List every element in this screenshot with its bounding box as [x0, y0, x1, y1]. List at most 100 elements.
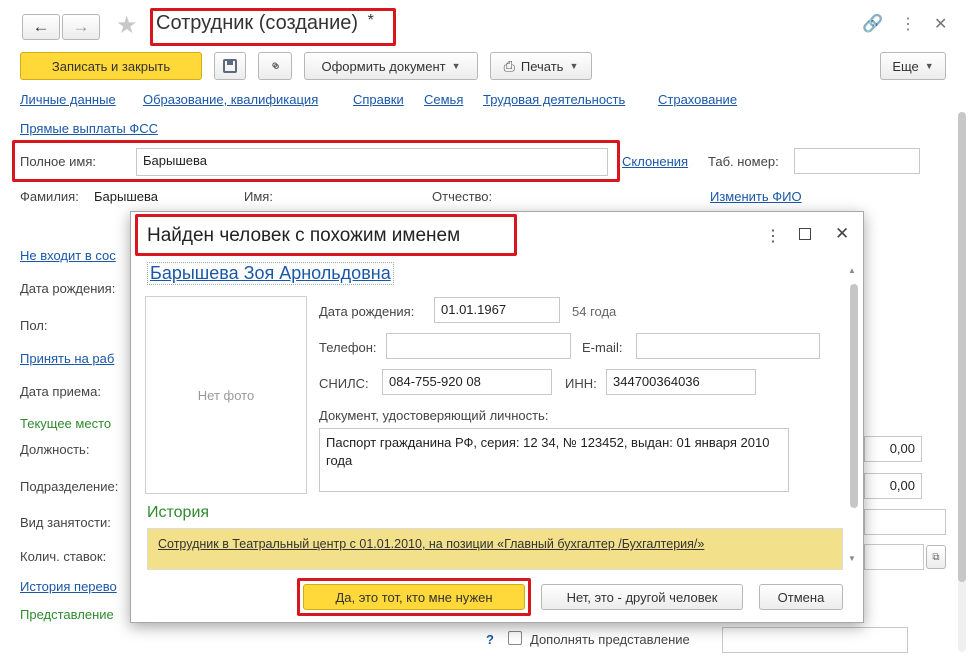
attach-button[interactable]: ⚭ [258, 52, 292, 80]
tab-number-label: Таб. номер: [708, 154, 779, 169]
name-label: Имя: [244, 189, 273, 204]
current-place-label: Текущее место [20, 416, 112, 431]
help-mark[interactable]: ? [486, 632, 494, 647]
history-list: Сотрудник в Театральный центр с 01.01.20… [147, 528, 843, 570]
no-button[interactable]: Нет, это - другой человек [541, 584, 743, 610]
snils-label: СНИЛС: [319, 376, 369, 391]
employment-type-field[interactable] [864, 509, 946, 535]
kebab-menu-icon[interactable]: ⋮ [765, 226, 781, 246]
nav-link-insurance[interactable]: Страхование [658, 92, 737, 107]
person-name-link[interactable]: Барышева Зоя Арнольдовна [147, 262, 394, 285]
complete-representation-checkbox[interactable] [508, 631, 522, 645]
not-in-link[interactable]: Не входит в сос [20, 248, 116, 263]
chevron-down-icon: ▼ [924, 61, 934, 71]
representation-field[interactable] [722, 627, 908, 653]
nav-link-family[interactable]: Семья [424, 92, 463, 107]
history-label: История [147, 504, 210, 521]
position-label: Должность: [20, 442, 90, 457]
arrow-left-icon: ← [32, 17, 50, 36]
full-name-label: Полное имя: [20, 154, 96, 169]
floppy-disk-icon [223, 59, 237, 73]
close-icon[interactable]: ✕ [934, 14, 947, 34]
nav-link-fss[interactable]: Прямые выплаты ФСС [20, 121, 158, 136]
snils-field: 084-755-920 08 [382, 369, 552, 395]
surname-value: Барышева [94, 189, 158, 204]
scroll-down-icon[interactable]: ▼ [848, 554, 856, 563]
yes-button[interactable]: Да, это тот, кто мне нужен [303, 584, 525, 610]
dialog-birth-date-label: Дата рождения: [319, 304, 415, 319]
window-title-text: Сотрудник (создание) [156, 12, 359, 34]
modified-mark: * [367, 12, 374, 29]
hire-date-label: Дата приема: [20, 384, 101, 399]
more-label: Еще [892, 58, 919, 74]
surname-label: Фамилия: [20, 189, 79, 204]
close-icon[interactable]: ✕ [835, 224, 849, 244]
back-button[interactable]: ← [22, 14, 60, 40]
maximize-icon[interactable] [799, 228, 811, 240]
dialog-title: Найден человек с похожим именем [147, 225, 461, 246]
open-button[interactable]: ⧉ [926, 545, 946, 569]
rates-field[interactable] [864, 544, 924, 570]
star-icon[interactable]: ★ [116, 11, 138, 40]
change-fio-link[interactable]: Изменить ФИО [710, 189, 802, 204]
create-document-button[interactable]: Оформить документ ▼ [304, 52, 478, 80]
email-label: E-mail: [582, 340, 623, 355]
rates-label: Колич. ставок: [20, 549, 107, 564]
kebab-menu-icon[interactable]: ⋮ [900, 14, 916, 34]
employment-type-label: Вид занятости: [20, 515, 111, 530]
complete-representation-label: Дополнять представление [530, 632, 690, 647]
email-field [636, 333, 820, 359]
history-entry[interactable]: Сотрудник в Театральный центр с 01.01.20… [158, 537, 704, 551]
chevron-down-icon: ▼ [569, 61, 579, 71]
nav-link-certificates[interactable]: Справки [353, 92, 404, 107]
similar-person-dialog: Найден человек с похожим именем ⋮ ✕ Бары… [130, 211, 864, 623]
paperclip-icon: ⚭ [264, 55, 286, 77]
scroll-up-icon[interactable]: ▲ [848, 266, 856, 275]
main-scrollbar-thumb[interactable] [958, 112, 966, 582]
nav-link-employment[interactable]: Трудовая деятельность [483, 92, 625, 107]
inn-field: 344700364036 [606, 369, 756, 395]
save-button[interactable] [214, 52, 246, 80]
inn-label: ИНН: [565, 376, 597, 391]
cancel-button-label: Отмена [777, 589, 825, 605]
dialog-birth-date-field: 01.01.1967 [434, 297, 560, 323]
representation-label: Представление [20, 607, 114, 622]
phone-field [386, 333, 571, 359]
full-name-input[interactable]: Барышева [136, 148, 608, 176]
save-close-button[interactable]: Записать и закрыть [20, 52, 202, 80]
create-document-label: Оформить документ [321, 58, 446, 74]
transfer-history-link[interactable]: История перево [20, 579, 117, 594]
no-photo-label: Нет фото [197, 387, 255, 403]
value-field-1[interactable]: 0,00 [864, 436, 922, 462]
document-field: Паспорт гражданина РФ, серия: 12 34, № 1… [319, 428, 789, 492]
phone-label: Телефон: [319, 340, 377, 355]
value-field-2[interactable]: 0,00 [864, 473, 922, 499]
main-scrollbar[interactable] [958, 112, 966, 652]
hire-link[interactable]: Принять на раб [20, 351, 114, 366]
forward-button[interactable]: → [62, 14, 100, 40]
dialog-scrollbar-thumb[interactable] [850, 284, 858, 508]
gender-label: Пол: [20, 318, 48, 333]
print-label: Печать [520, 58, 564, 74]
nav-link-education[interactable]: Образование, квалификация [143, 92, 318, 107]
nav-link-personal[interactable]: Личные данные [20, 92, 116, 107]
department-label: Подразделение: [20, 479, 119, 494]
cancel-button[interactable]: Отмена [759, 584, 843, 610]
photo-placeholder: Нет фото [145, 296, 307, 494]
document-label: Документ, удостоверяющий личность: [319, 408, 549, 423]
window-title: Сотрудник (создание) * [156, 12, 374, 35]
no-button-label: Нет, это - другой человек [566, 589, 718, 605]
printer-icon: ⎙ [503, 57, 515, 74]
open-icon: ⧉ [932, 551, 940, 563]
age-label: 54 года [572, 304, 617, 319]
tab-number-input[interactable] [794, 148, 920, 174]
more-button[interactable]: Еще ▼ [880, 52, 946, 80]
declension-link[interactable]: Склонения [622, 154, 688, 169]
yes-button-label: Да, это тот, кто мне нужен [335, 589, 493, 605]
birth-date-label: Дата рождения: [20, 281, 116, 296]
save-close-label: Записать и закрыть [51, 58, 171, 74]
link-icon[interactable]: 🔗 [862, 14, 883, 34]
patronymic-label: Отчество: [432, 189, 493, 204]
arrow-right-icon: → [72, 17, 90, 36]
print-button[interactable]: ⎙ Печать ▼ [490, 52, 592, 80]
